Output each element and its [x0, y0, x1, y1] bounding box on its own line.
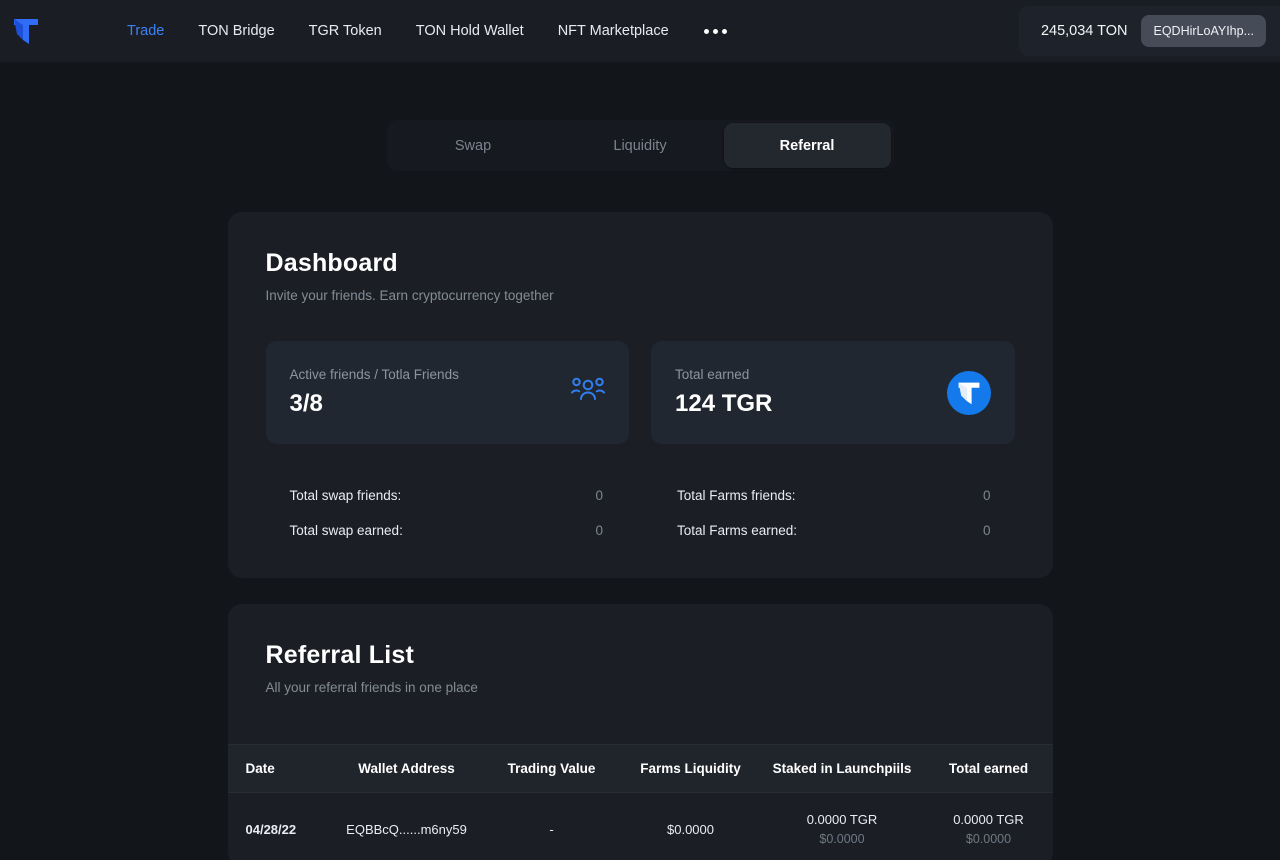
nav-item-ton-hold-wallet[interactable]: TON Hold Wallet [399, 15, 541, 47]
column-header-farms-liquidity[interactable]: Farms Liquidity [622, 745, 760, 793]
column-header-date[interactable]: Date [228, 745, 332, 793]
tab-swap[interactable]: Swap [390, 123, 557, 168]
cell-earned-usd: $0.0000 [965, 831, 1012, 846]
active-friends-value: 3/8 [289, 390, 323, 417]
trade-tabs: Swap Liquidity Referral [386, 120, 894, 171]
stat-row-total-farms-friends: Total Farms friends: 0 [677, 488, 991, 503]
dashboard-subtitle: Invite your friends. Earn cryptocurrency… [265, 288, 554, 303]
stat-value: 0 [982, 488, 991, 503]
stat-value: 0 [595, 488, 603, 503]
tab-liquidity[interactable]: Liquidity [557, 123, 724, 168]
nav-item-trade[interactable]: Trade [110, 15, 181, 47]
referral-list-panel: Referral List All your referral friends … [227, 604, 1053, 860]
referral-table: Date Wallet Address Trading Value Farms … [227, 744, 1053, 860]
total-earned-value: 124 TGR [675, 390, 773, 417]
referral-list-title: Referral List [265, 641, 414, 669]
table-header-row: Date Wallet Address Trading Value Farms … [227, 744, 1053, 793]
stat-row-total-swap-earned: Total swap earned: 0 [290, 523, 604, 538]
nav-item-ton-bridge[interactable]: TON Bridge [181, 15, 291, 47]
referral-table-body: 04/28/22 EQBBcQ......m6ny59 - $0.0000 0.… [228, 793, 1053, 860]
column-header-trading-value[interactable]: Trading Value [482, 745, 622, 793]
cell-wallet-address: EQBBcQ......m6ny59 [346, 821, 467, 837]
cell-total-earned: 0.0000 TGR $0.0000 [925, 793, 1053, 860]
stat-key: Total Farms earned: [677, 523, 798, 538]
stat-key: Total swap earned: [289, 523, 403, 538]
referral-list-header: Referral List All your referral friends … [228, 641, 1053, 695]
wallet-address-button[interactable]: EQDHirLoAYIhp... [1141, 15, 1266, 47]
top-navigation-bar: Trade TON Bridge TGR Token TON Hold Wall… [0, 0, 1280, 62]
trade-tabs-container: Swap Liquidity Referral [0, 120, 1280, 171]
main-nav-links: Trade TON Bridge TGR Token TON Hold Wall… [110, 15, 745, 47]
cell-staked-in-launchpiils: 0.0000 TGR $0.0000 [760, 793, 925, 860]
referral-list-subtitle: All your referral friends in one place [265, 680, 478, 695]
stat-row-total-swap-friends: Total swap friends: 0 [290, 488, 604, 503]
tgr-token-icon [946, 370, 991, 415]
cell-staked-usd: $0.0000 [819, 831, 865, 846]
wallet-balance: 245,034 TON [1040, 23, 1128, 39]
total-earned-label: Total earned [675, 367, 750, 382]
column-header-staked-in-launchpiils[interactable]: Staked in Launchpiils [760, 745, 925, 793]
cell-farms-liquidity: $0.0000 [667, 821, 714, 837]
cell-staked-tgr: 0.0000 TGR [806, 812, 878, 827]
cell-trading-value: - [549, 821, 554, 837]
dashboard-stat-rows: Total swap friends: 0 Total Farms friend… [266, 488, 1015, 538]
cell-date: 04/28/22 [245, 821, 297, 837]
column-header-total-earned[interactable]: Total earned [925, 745, 1053, 793]
stat-key: Total Farms friends: [677, 488, 796, 503]
dashboard-stat-cards: Active friends / Totla Friends 3/8 Total… [265, 341, 1015, 444]
column-header-wallet-address[interactable]: Wallet Address [332, 745, 482, 793]
referral-table-head: Date Wallet Address Trading Value Farms … [227, 744, 1053, 793]
stat-value: 0 [982, 523, 991, 538]
active-friends-card: Active friends / Totla Friends 3/8 [265, 341, 629, 444]
dashboard-panel: Dashboard Invite your friends. Earn cryp… [227, 212, 1053, 578]
cell-earned-tgr: 0.0000 TGR [953, 812, 1024, 827]
active-friends-label: Active friends / Totla Friends [289, 367, 459, 382]
dashboard-title: Dashboard [265, 249, 398, 277]
total-earned-card: Total earned 124 TGR [651, 341, 1015, 444]
tab-referral[interactable]: Referral [723, 123, 891, 168]
table-row[interactable]: 04/28/22 EQBBcQ......m6ny59 - $0.0000 0.… [228, 793, 1053, 860]
stat-row-total-farms-earned: Total Farms earned: 0 [677, 523, 991, 538]
wallet-summary: 245,034 TON EQDHirLoAYIhp... [1018, 6, 1280, 56]
nav-item-tgr-token[interactable]: TGR Token [292, 15, 399, 47]
stat-value: 0 [595, 523, 603, 538]
stat-key: Total swap friends: [289, 488, 402, 503]
nav-item-nft-marketplace[interactable]: NFT Marketplace [541, 15, 686, 47]
ton-t-logo-icon[interactable] [4, 16, 48, 46]
ellipsis-icon[interactable] [686, 19, 745, 44]
people-group-icon [571, 376, 605, 409]
